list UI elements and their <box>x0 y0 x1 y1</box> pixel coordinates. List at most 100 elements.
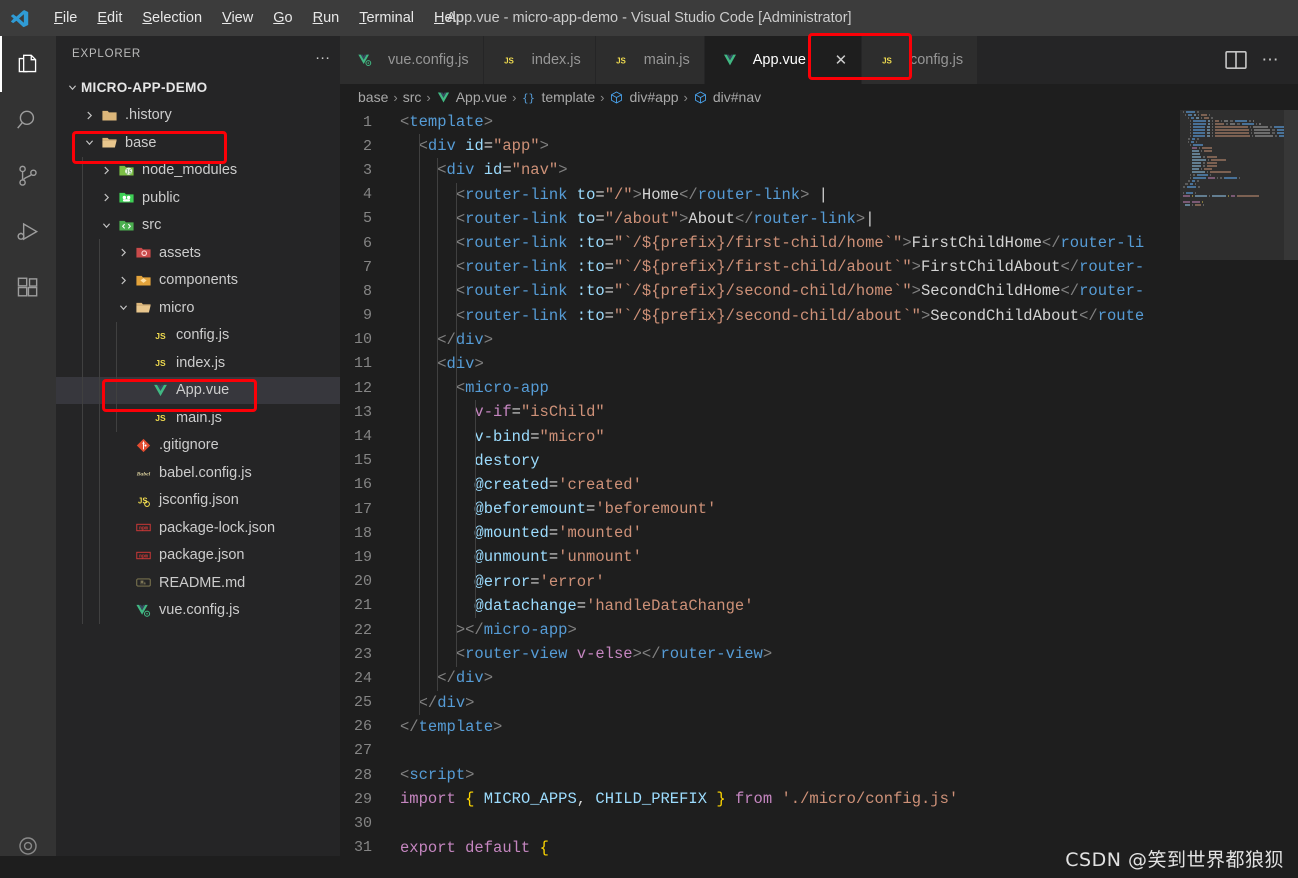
search-icon[interactable] <box>0 92 56 148</box>
indent-guide <box>82 486 83 514</box>
run-and-debug-icon[interactable] <box>0 204 56 260</box>
tree-item-index-js[interactable]: JS index.js <box>56 349 340 377</box>
breadcrumb-item-src[interactable]: src <box>403 89 422 105</box>
code-line[interactable]: 25 </div> <box>340 691 1298 715</box>
tree-item-label: .history <box>125 107 172 124</box>
breadcrumb-item-div-app[interactable]: div#app <box>609 89 679 105</box>
code-line[interactable]: 3 <div id="nav"> <box>340 158 1298 182</box>
breadcrumb-item-base[interactable]: base <box>358 89 388 105</box>
code-line[interactable]: 6 <router-link :to="`/${prefix}/first-ch… <box>340 231 1298 255</box>
tree-item-jsconfig-json[interactable]: JS jsconfig.json <box>56 486 340 514</box>
tab-close-icon[interactable]: ✕ <box>820 36 861 84</box>
code-line[interactable]: 10 </div> <box>340 328 1298 352</box>
code-line[interactable]: 17 @beforemount='beforemount' <box>340 497 1298 521</box>
tree-item-gitignore[interactable]: .gitignore <box>56 431 340 459</box>
code-line[interactable]: 26 </template> <box>340 715 1298 739</box>
tree-item-micro[interactable]: micro <box>56 294 340 322</box>
code-line[interactable]: 23 <router-view v-else></router-view> <box>340 642 1298 666</box>
code-line[interactable]: 9 <router-link :to="`/${prefix}/second-c… <box>340 304 1298 328</box>
editor-tab-main-js[interactable]: JS main.js <box>595 36 705 84</box>
code-line[interactable]: 21 @datachange='handleDataChange' <box>340 594 1298 618</box>
menu-item-edit[interactable]: Edit <box>87 7 132 29</box>
code-line[interactable]: 27 <box>340 739 1298 763</box>
split-editor-right-icon[interactable] <box>1222 46 1250 74</box>
code-line[interactable]: 15 destory <box>340 449 1298 473</box>
more-actions-icon[interactable]: ⋯ <box>1256 46 1284 74</box>
tree-item-history[interactable]: .history <box>56 102 340 130</box>
code-line[interactable]: 19 @unmount='unmount' <box>340 545 1298 569</box>
code-token: FirstChildHome <box>911 234 1042 253</box>
tree-item-assets[interactable]: assets <box>56 239 340 267</box>
tree-item-components[interactable]: components <box>56 266 340 294</box>
tree-item-public[interactable]: public <box>56 184 340 212</box>
editor-tab-vue-config-js[interactable]: vue.config.js <box>340 36 484 84</box>
code-line[interactable]: 24 </div> <box>340 666 1298 690</box>
vue-config-file-icon <box>354 51 376 69</box>
code-token: | <box>865 209 875 228</box>
tree-item-package-json[interactable]: npm package.json <box>56 541 340 569</box>
code-line[interactable]: 20 @error='error' <box>340 570 1298 594</box>
tree-item-babel-config-js[interactable]: Babel babel.config.js <box>56 459 340 487</box>
code-token: micro-app <box>483 621 568 640</box>
code-line[interactable]: 18 @mounted='mounted' <box>340 521 1298 545</box>
code-line[interactable]: 7 <router-link :to="`/${prefix}/first-ch… <box>340 255 1298 279</box>
menu-item-view[interactable]: View <box>212 7 263 29</box>
code-line[interactable]: 16 @created='created' <box>340 473 1298 497</box>
tree-root-micro-app-demo[interactable]: MICRO-APP-DEMO <box>56 74 340 102</box>
breadcrumb-separator: › <box>683 89 688 105</box>
code-editor[interactable]: 1 <template> 2 <div id="app"> 3 <div id="na… <box>340 110 1298 878</box>
code-line[interactable]: 14 v-bind="micro" <box>340 424 1298 448</box>
minimap-slider[interactable] <box>1180 110 1284 260</box>
code-line[interactable]: 4 <router-link to="/">Home</router-link>… <box>340 183 1298 207</box>
code-line[interactable]: 30 <box>340 811 1298 835</box>
code-line[interactable]: 5 <router-link to="/about">About</router… <box>340 207 1298 231</box>
tree-item-base[interactable]: base <box>56 129 340 157</box>
code-line[interactable]: 29 import { MICRO_APPS, CHILD_PREFIX } fr… <box>340 787 1298 811</box>
editor-tab-config-js[interactable]: JS config.js <box>861 36 979 84</box>
breadcrumb-item-template[interactable]: {} template <box>521 89 596 105</box>
code-line[interactable]: 2 <div id="app"> <box>340 134 1298 158</box>
breadcrumb-item-div-nav[interactable]: div#nav <box>693 89 761 105</box>
code-line[interactable]: 28 <script> <box>340 763 1298 787</box>
editor-tab-index-js[interactable]: JS index.js <box>483 36 596 84</box>
tree-item-config-js[interactable]: JS config.js <box>56 321 340 349</box>
tree-item-main-js[interactable]: JS main.js <box>56 404 340 432</box>
tree-item-readme-md[interactable]: M↓ README.md <box>56 569 340 597</box>
code-token: "`/${prefix}/first-child/about`" <box>613 258 912 277</box>
code-token: About <box>688 209 735 228</box>
code-line[interactable]: 12 <micro-app <box>340 376 1298 400</box>
code-line[interactable]: 8 <router-link :to="`/${prefix}/second-c… <box>340 279 1298 303</box>
menu-item-go[interactable]: Go <box>263 7 302 29</box>
tree-item-src[interactable]: src <box>56 211 340 239</box>
code-line[interactable]: 1 <template> <box>340 110 1298 134</box>
menu-item-selection[interactable]: Selection <box>132 7 212 29</box>
editor-tab-app-vue[interactable]: App.vue ✕ <box>704 36 862 84</box>
menu-item-run[interactable]: Run <box>303 7 350 29</box>
tree-item-app-vue[interactable]: App.vue <box>56 376 340 404</box>
code-line[interactable]: 13 v-if="isChild" <box>340 400 1298 424</box>
scrollbar-thumb[interactable] <box>1284 110 1298 260</box>
menu-item-file[interactable]: File <box>44 7 87 29</box>
tree-item-vue-config-js[interactable]: vue.config.js <box>56 596 340 624</box>
editor-vertical-scrollbar[interactable] <box>1284 110 1298 878</box>
extensions-icon[interactable] <box>0 260 56 316</box>
tree-item-node-modules[interactable]: JS node_modules <box>56 156 340 184</box>
minimap[interactable] <box>1180 110 1284 878</box>
source-control-icon[interactable] <box>0 148 56 204</box>
menu-item-terminal[interactable]: Terminal <box>349 7 424 29</box>
breadcrumb-item-app-vue[interactable]: App.vue <box>436 89 507 105</box>
explorer-more-actions-icon[interactable]: ... <box>310 43 336 65</box>
code-line-text: @mounted='mounted' <box>395 524 641 542</box>
tree-item-package-lock-json[interactable]: npm package-lock.json <box>56 514 340 542</box>
code-token: > <box>911 282 921 301</box>
code-line[interactable]: 22 ></micro-app> <box>340 618 1298 642</box>
line-number: 10 <box>353 331 372 349</box>
explorer-icon[interactable] <box>0 36 56 92</box>
menu-item-help[interactable]: Help <box>424 7 474 29</box>
code-line[interactable]: 11 <div> <box>340 352 1298 376</box>
code-token: SecondChildAbout <box>930 306 1080 325</box>
